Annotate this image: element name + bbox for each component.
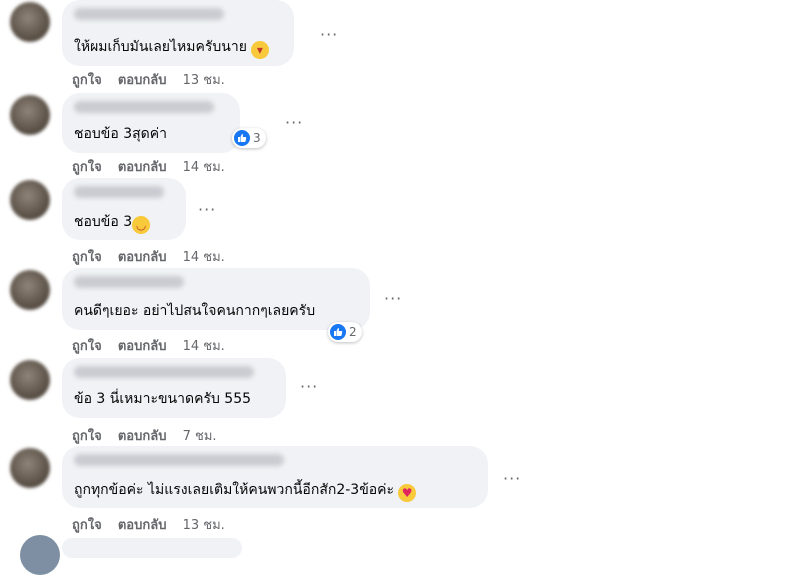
comment-actions: ถูกใจ ตอบกลับ 14 ชม. [72, 335, 225, 356]
like-button[interactable]: ถูกใจ [72, 160, 102, 175]
reaction-count: 3 [253, 131, 261, 145]
comment-text: ให้ผมเก็บมันเลยไหมครับนาย ▾ [74, 38, 269, 59]
author-name-blurred[interactable] [74, 366, 254, 378]
thumbs-up-icon [330, 324, 346, 340]
comment-bubble [62, 538, 242, 558]
author-name-blurred[interactable] [74, 454, 284, 466]
reaction-badge[interactable]: 2 [328, 322, 362, 342]
comment-text: คนดีๆเยอะ อย่าไปสนใจคนกากๆเลยครับ [74, 302, 315, 320]
comment-bubble: ข้อ 3 นี่เหมาะขนาดครับ 555 [62, 358, 286, 418]
comment-actions: ถูกใจ ตอบกลับ 13 ชม. [72, 69, 225, 90]
like-button[interactable]: ถูกใจ [72, 339, 102, 354]
more-options-icon[interactable]: ··· [320, 27, 338, 43]
comment-text-content: ข้อ 3 นี่เหมาะขนาดครับ 555 [74, 391, 252, 407]
timestamp[interactable]: 14 ชม. [183, 339, 225, 354]
comment-text-content: ชอบข้อ 3 [74, 214, 133, 230]
more-options-icon[interactable]: ··· [300, 379, 318, 395]
comment-bubble: ชอบข้อ 3สุดค่า [62, 93, 240, 153]
comment-text-content: คนดีๆเยอะ อย่าไปสนใจคนกากๆเลยครับ [74, 303, 316, 319]
laughing-emoji: ▾ [250, 41, 269, 59]
author-name-blurred[interactable] [74, 101, 214, 113]
reply-button[interactable]: ตอบกลับ [118, 73, 167, 88]
avatar[interactable] [10, 448, 50, 488]
like-button[interactable]: ถูกใจ [72, 518, 102, 533]
reply-button[interactable]: ตอบกลับ [118, 160, 167, 175]
reaction-badge[interactable]: 3 [232, 128, 266, 148]
timestamp[interactable]: 13 ชม. [183, 518, 225, 533]
author-name-blurred[interactable] [74, 186, 164, 198]
more-options-icon[interactable]: ··· [198, 202, 216, 218]
comment-text-content: ชอบข้อ 3สุดค่า [74, 126, 167, 142]
like-button[interactable]: ถูกใจ [72, 429, 102, 444]
comment-bubble: ถูกทุกข้อค่ะ ไม่แรงเลยเติมให้คนพวกนี้อีก… [62, 446, 488, 508]
tears-of-joy-emoji: ◡ [132, 216, 151, 234]
avatar[interactable] [10, 2, 50, 42]
more-options-icon[interactable]: ··· [384, 291, 402, 307]
timestamp[interactable]: 7 ชม. [183, 429, 217, 444]
comment-actions: ถูกใจ ตอบกลับ 13 ชม. [72, 514, 225, 535]
more-options-icon[interactable]: ··· [503, 471, 521, 487]
reply-button[interactable]: ตอบกลับ [118, 429, 167, 444]
like-button[interactable]: ถูกใจ [72, 250, 102, 265]
timestamp[interactable]: 14 ชม. [183, 160, 225, 175]
comment-text: ถูกทุกข้อค่ะ ไม่แรงเลยเติมให้คนพวกนี้อีก… [74, 481, 417, 502]
comment-text-content: ถูกทุกข้อค่ะ ไม่แรงเลยเติมให้คนพวกนี้อีก… [74, 482, 395, 498]
comment-bubble: คนดีๆเยอะ อย่าไปสนใจคนกากๆเลยครับ [62, 268, 370, 330]
thumbs-up-icon [234, 130, 250, 146]
more-options-icon[interactable]: ··· [285, 115, 303, 131]
comment-actions: ถูกใจ ตอบกลับ 14 ชม. [72, 156, 225, 177]
comment-actions: ถูกใจ ตอบกลับ 14 ชม. [72, 246, 225, 267]
avatar[interactable] [10, 95, 50, 135]
comment-text: ชอบข้อ 3สุดค่า [74, 125, 167, 143]
reply-button[interactable]: ตอบกลับ [118, 518, 167, 533]
reaction-count: 2 [349, 325, 357, 339]
comment-text: ข้อ 3 นี่เหมาะขนาดครับ 555 [74, 390, 251, 408]
avatar[interactable] [20, 535, 60, 575]
timestamp[interactable]: 14 ชม. [183, 250, 225, 265]
like-button[interactable]: ถูกใจ [72, 73, 102, 88]
comment-bubble: ชอบข้อ 3 ◡ [62, 178, 186, 240]
author-name-blurred[interactable] [74, 8, 224, 20]
avatar[interactable] [10, 270, 50, 310]
timestamp[interactable]: 13 ชม. [183, 73, 225, 88]
comment-text: ชอบข้อ 3 ◡ [74, 213, 151, 234]
comment-text-content: ให้ผมเก็บมันเลยไหมครับนาย [74, 39, 247, 55]
reply-button[interactable]: ตอบกลับ [118, 250, 167, 265]
avatar[interactable] [10, 180, 50, 220]
avatar[interactable] [10, 360, 50, 400]
smiling-face-with-hearts-emoji: ♥ [398, 484, 417, 502]
comment-actions: ถูกใจ ตอบกลับ 7 ชม. [72, 425, 217, 446]
reply-button[interactable]: ตอบกลับ [118, 339, 167, 354]
author-name-blurred[interactable] [74, 276, 184, 288]
comment-bubble: ให้ผมเก็บมันเลยไหมครับนาย ▾ [62, 0, 294, 66]
